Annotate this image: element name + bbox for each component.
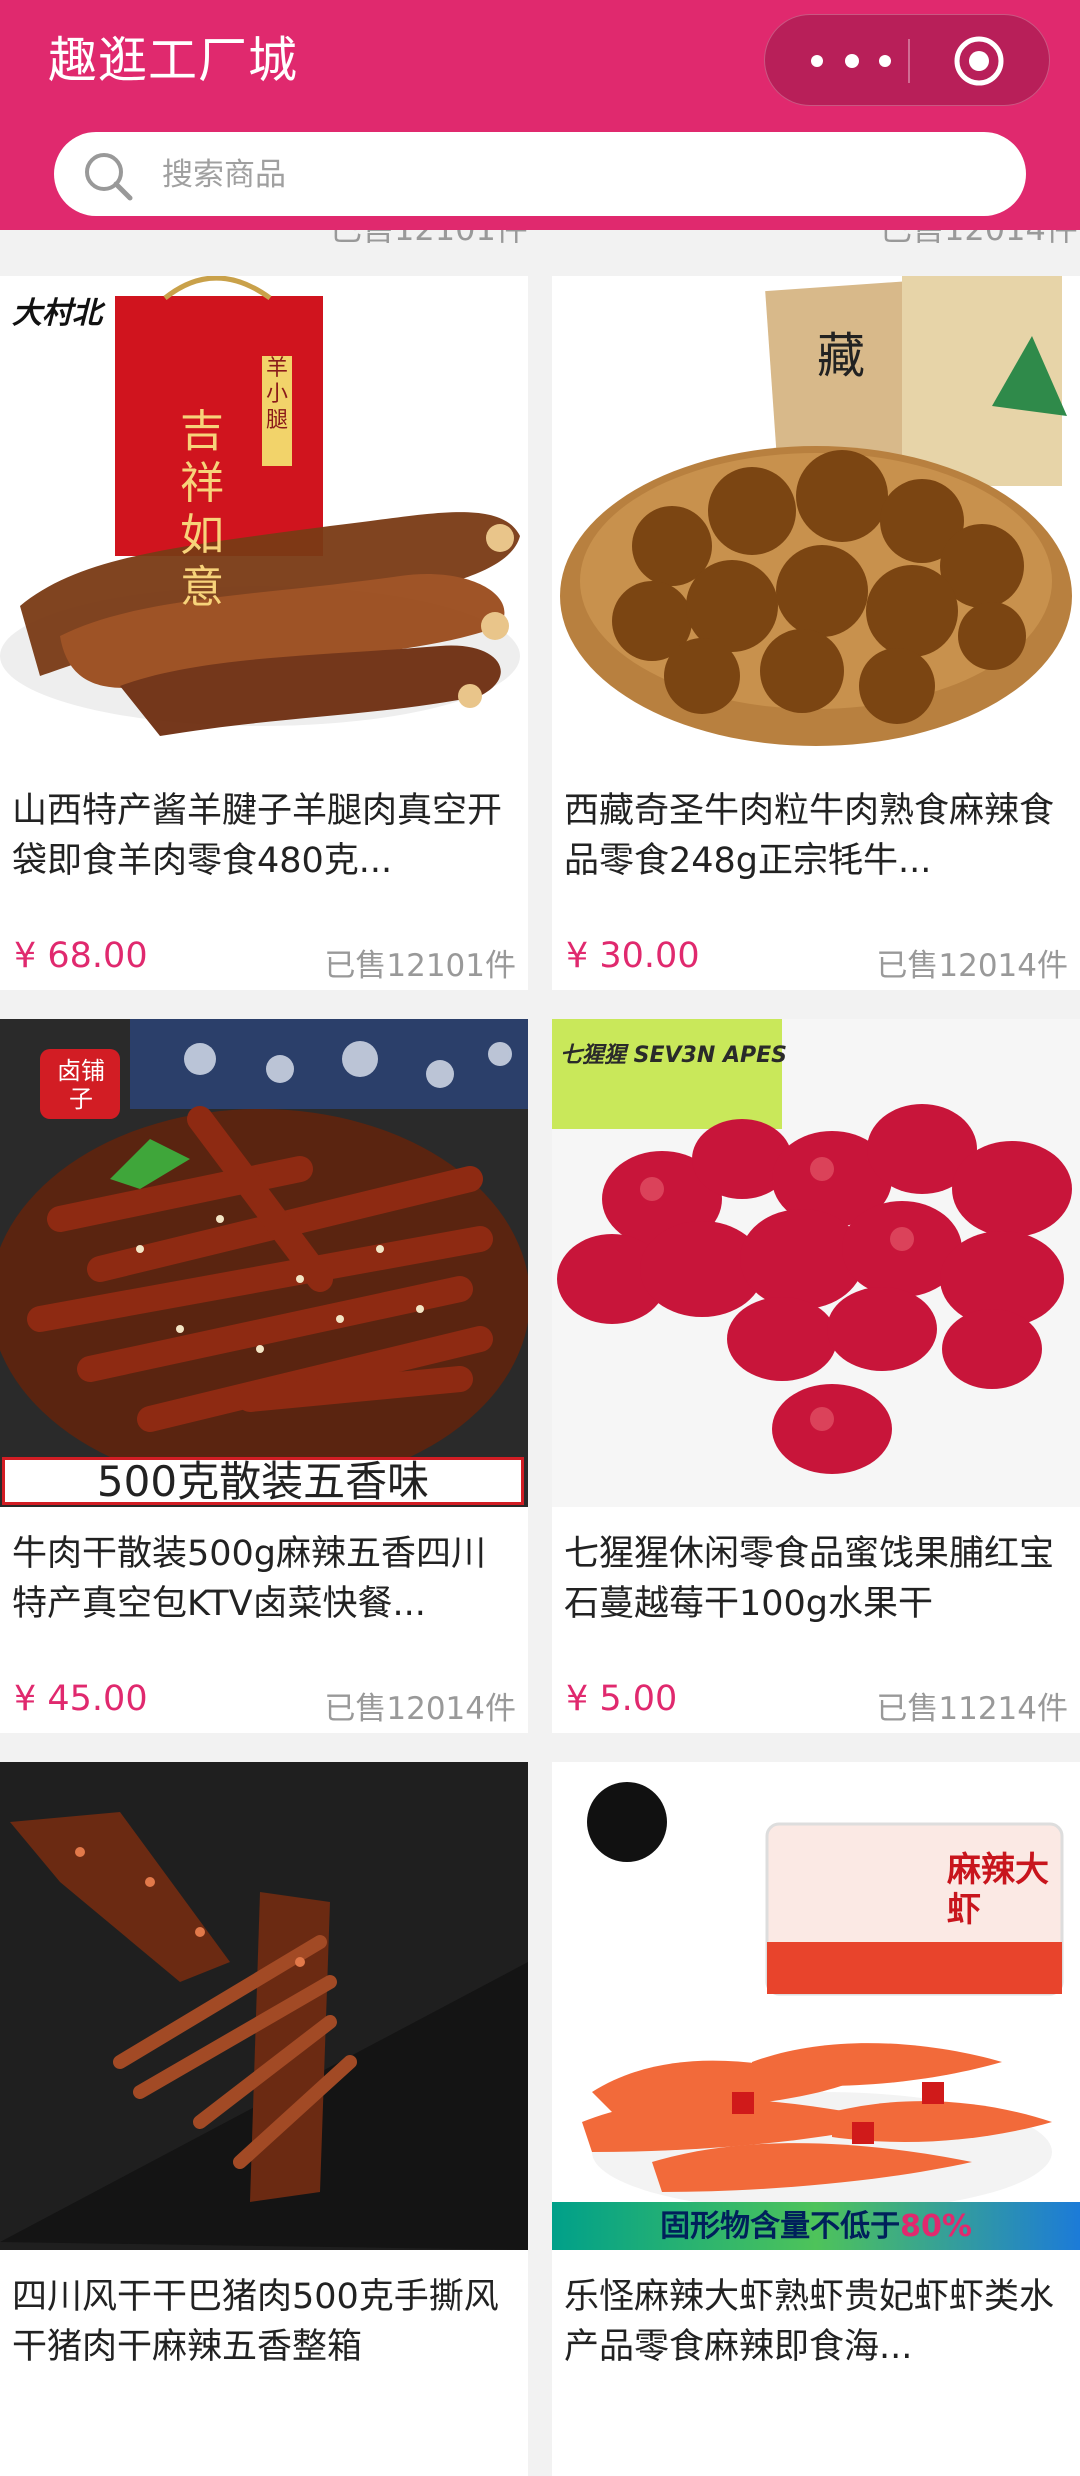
product-image[interactable]: 卤铺子 500克散装五香味 (0, 1019, 528, 1507)
product-badge: 卤铺子 (57, 1057, 105, 1113)
product-title[interactable]: 山西特产酱羊腱子羊腿肉真空开袋即食羊肉零食480克... (12, 786, 516, 886)
product-grid: 已售12101件 已售12014件 大村北 羊小腿 吉祥如意 山西特产酱羊腱子羊 (0, 0, 1080, 2476)
target-icon (954, 36, 1004, 86)
product-strip-percent: 80% (900, 2209, 972, 2244)
product-image[interactable] (0, 1762, 528, 2250)
capsule-divider (908, 39, 910, 83)
product-image-strip: 500克散装五香味 (2, 1457, 524, 1505)
product-image[interactable]: 麻辣大虾 固形物含量不低于80% (552, 1762, 1080, 2250)
search-icon (85, 153, 133, 201)
product-price: ¥ 68.00 (14, 936, 148, 976)
app-header: 趣逛工厂城 (0, 0, 1080, 230)
product-title[interactable]: 四川风干干巴猪肉500克手撕风干猪肉干麻辣五香整箱 (12, 2272, 516, 2372)
product-price: ¥ 30.00 (566, 936, 700, 976)
product-title[interactable]: 乐怪麻辣大虾熟虾贵妃虾虾类水产品零食麻辣即食海... (564, 2272, 1068, 2372)
product-title[interactable]: 牛肉干散装500g麻辣五香四川特产真空包KTV卤菜快餐... (12, 1529, 516, 1629)
product-sold-count: 已售12014件 (324, 1691, 516, 1727)
more-dot-icon (811, 55, 823, 67)
product-card[interactable]: 七猩猩 SEV3N APES 七猩猩休闲零食品蜜饯果脯红宝石蔓越莓干100g水果… (552, 1019, 1080, 1733)
search-input[interactable] (160, 148, 984, 202)
product-card[interactable]: 卤铺子 500克散装五香味 牛肉干散装500g麻辣五香四川特产真空包KTV卤菜快… (0, 1019, 528, 1733)
mini-program-capsule (764, 14, 1050, 106)
product-title[interactable]: 七猩猩休闲零食品蜜饯果脯红宝石蔓越莓干100g水果干 (564, 1529, 1068, 1629)
product-card[interactable]: 藏 西藏奇圣牛肉粒牛肉熟食麻辣食品零食248g正宗牦牛... ¥ 30.00 已… (552, 276, 1080, 990)
product-title[interactable]: 西藏奇圣牛肉粒牛肉熟食麻辣食品零食248g正宗牦牛... (564, 786, 1068, 886)
product-bag-text: 藏 (817, 328, 866, 384)
close-program-button[interactable] (953, 35, 1005, 87)
product-brand-text: 七猩猩 SEV3N APES (560, 1043, 787, 1068)
product-image[interactable]: 藏 (552, 276, 1080, 764)
more-dot-icon (879, 55, 891, 67)
product-price: ¥ 5.00 (566, 1679, 678, 1719)
product-image[interactable]: 大村北 羊小腿 吉祥如意 (0, 276, 528, 764)
product-image-strip: 固形物含量不低于80% (552, 2202, 1080, 2250)
product-bag-text: 吉祥如意 (180, 406, 224, 613)
product-price: ¥ 45.00 (14, 1679, 148, 1719)
product-card[interactable]: 麻辣大虾 固形物含量不低于80% 乐怪麻辣大虾熟虾贵妃虾虾类水产品零食麻辣即食海… (552, 1762, 1080, 2476)
product-sold-count: 已售12014件 (876, 948, 1068, 984)
product-brand-text: 大村北 (12, 296, 102, 331)
product-strip-text: 固形物含量不低于 (660, 2209, 901, 2244)
more-dot-icon (845, 54, 859, 68)
product-image[interactable]: 七猩猩 SEV3N APES (552, 1019, 1080, 1507)
product-sold-count: 已售12101件 (324, 948, 516, 984)
product-bag-label: 羊小腿 (265, 356, 288, 433)
search-bar[interactable] (54, 132, 1026, 216)
product-card[interactable]: 四川风干干巴猪肉500克手撕风干猪肉干麻辣五香整箱 (0, 1762, 528, 2476)
product-sold-count: 已售11214件 (876, 1691, 1068, 1727)
product-box-label: 麻辣大虾 (947, 1850, 1049, 1930)
product-card[interactable]: 大村北 羊小腿 吉祥如意 山西特产酱羊腱子羊腿肉真空开袋即食羊肉零食480克..… (0, 276, 528, 990)
app-title: 趣逛工厂城 (48, 32, 299, 89)
more-menu-button[interactable] (801, 15, 901, 107)
